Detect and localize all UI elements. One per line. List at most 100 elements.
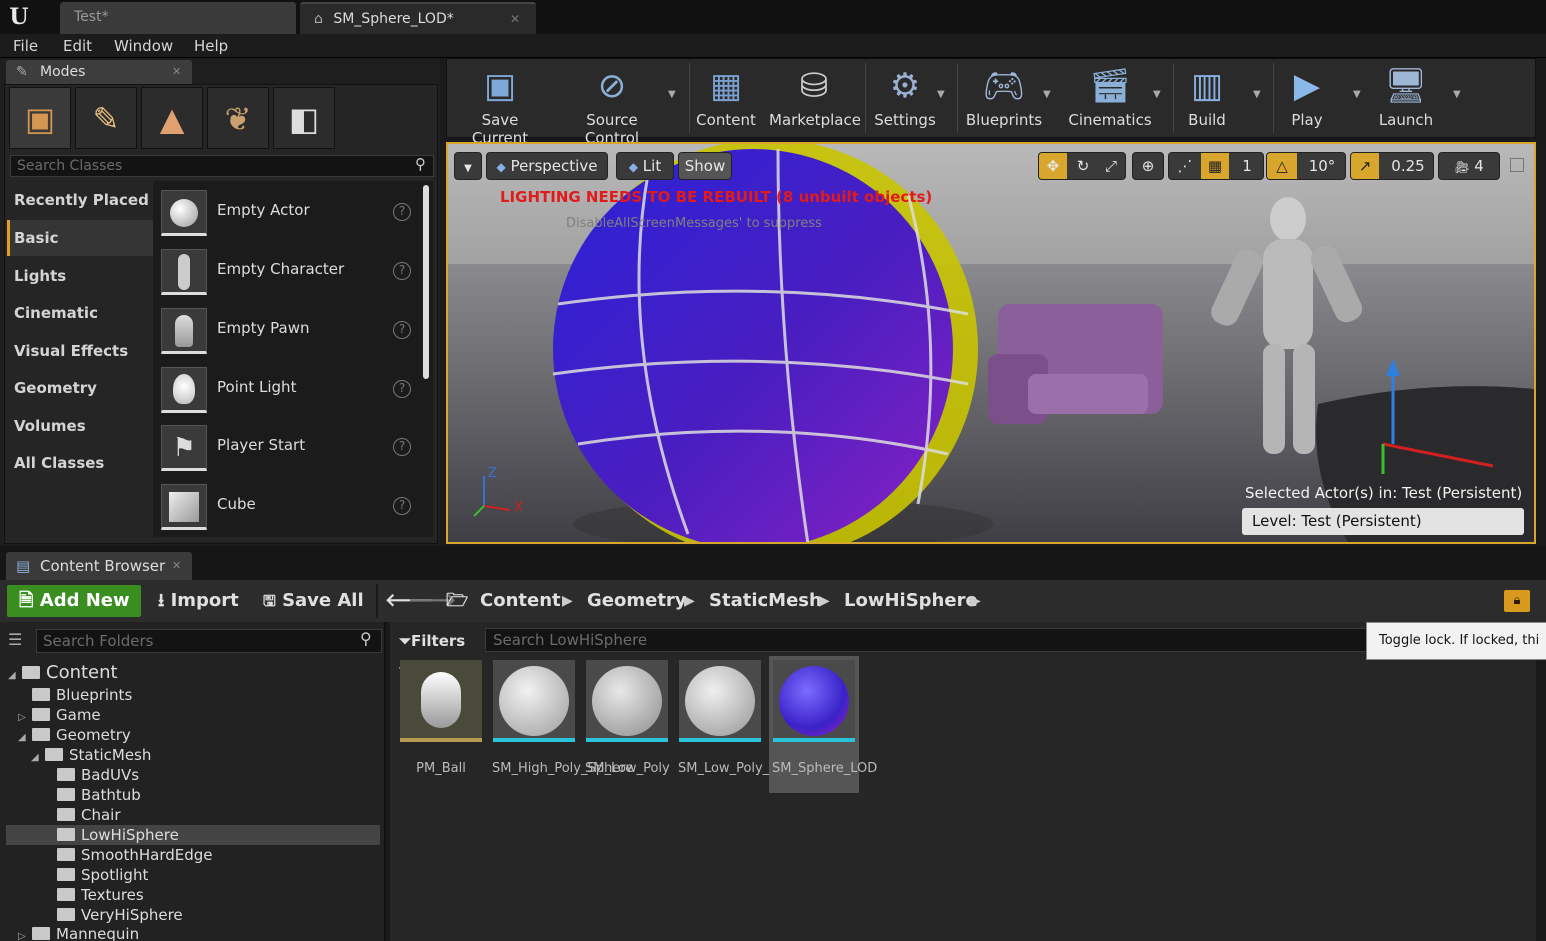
help-icon[interactable]: ? <box>393 262 411 280</box>
asset-tile-selected[interactable]: SM_Sphere_LOD <box>769 656 877 793</box>
marketplace-button[interactable]: ⛁ Marketplace <box>769 59 861 137</box>
lock-icon[interactable]: 🔒︎ <box>1504 590 1530 612</box>
category-volumes[interactable]: Volumes <box>7 408 153 444</box>
rotation-snap-icon[interactable]: △ <box>1267 153 1297 179</box>
scale-snap-icon[interactable]: ↗ <box>1351 153 1379 179</box>
sources-toggle-icon[interactable]: ☰ <box>8 630 22 649</box>
scrollbar[interactable] <box>423 185 429 379</box>
chevron-down-icon[interactable]: ▼ <box>1353 89 1363 100</box>
lit-button[interactable]: ◆ Lit <box>616 152 674 180</box>
help-icon[interactable]: ? <box>393 497 411 515</box>
launch-button[interactable]: 🖥︎ Launch <box>1373 59 1439 137</box>
expanded-arrow-icon[interactable]: ◢ <box>31 748 45 768</box>
folder-open-icon[interactable]: 🗁︎ <box>446 585 468 617</box>
breadcrumb-separator-icon[interactable]: ▶ <box>684 585 695 617</box>
breadcrumb-staticmesh[interactable]: StaticMesh <box>709 585 822 617</box>
show-button[interactable]: Show <box>678 152 732 180</box>
perspective-button[interactable]: ◆ Perspective <box>486 152 608 180</box>
foliage-mode-button[interactable]: ❦ <box>207 87 269 149</box>
save-current-button[interactable]: ▣ Save Current <box>453 59 547 147</box>
tree-node-mannequin[interactable]: ▷ Mannequin <box>18 924 139 941</box>
breadcrumb-separator-icon[interactable]: ▶ <box>562 585 573 617</box>
menu-edit[interactable]: Edit <box>63 34 92 58</box>
tab-sm-sphere-lod[interactable]: ⌂ SM_Sphere_LOD* ✕ <box>300 2 536 34</box>
breadcrumb-geometry[interactable]: Geometry <box>587 585 687 617</box>
category-recently-placed[interactable]: Recently Placed <box>7 182 153 218</box>
build-button[interactable]: ▥ Build <box>1177 59 1237 137</box>
settings-button[interactable]: ⚙ Settings <box>871 59 939 137</box>
tab-test-level[interactable]: Test* <box>60 2 296 34</box>
breadcrumb-separator-icon[interactable]: ▶ <box>819 585 830 617</box>
maximize-viewport-icon[interactable] <box>1510 158 1524 172</box>
paint-mode-button[interactable]: ✎ <box>75 87 137 149</box>
category-basic[interactable]: Basic <box>7 220 153 256</box>
close-icon[interactable]: ✕ <box>172 60 181 84</box>
rotate-icon[interactable]: ↻ <box>1069 153 1097 179</box>
close-icon[interactable]: ✕ <box>172 552 181 580</box>
placeable-item[interactable]: Empty Pawn ? <box>159 305 421 361</box>
category-visual-effects[interactable]: Visual Effects <box>7 333 153 369</box>
place-mode-button[interactable]: ▣ <box>9 87 71 149</box>
surface-snap-icon[interactable]: ⋰ <box>1171 153 1199 179</box>
content-button[interactable]: ▦ Content <box>695 59 757 137</box>
landscape-mode-button[interactable]: ▲ <box>141 87 203 149</box>
tree-node-game[interactable]: ▷ Game <box>18 705 101 725</box>
category-all-classes[interactable]: All Classes <box>7 445 153 481</box>
chevron-down-icon[interactable]: ▼ <box>1453 89 1463 100</box>
tree-node-lowhisphere[interactable]: LowHiSphere <box>57 825 179 845</box>
content-browser-tab[interactable]: ▤ Content Browser ✕ <box>6 552 192 580</box>
scale-snap-value[interactable]: 0.25 <box>1381 153 1435 179</box>
asset-tile[interactable]: SM_Low_Poly_Norm <box>678 659 805 791</box>
breadcrumb-lowhisphere[interactable]: LowHiSphere <box>844 585 978 617</box>
category-geometry[interactable]: Geometry <box>7 370 153 406</box>
camera-speed-control[interactable]: 🎥︎ 4 <box>1438 152 1500 180</box>
source-control-button[interactable]: ⊘ Source Control <box>557 59 667 147</box>
modes-tab[interactable]: ✎ Modes ✕ <box>6 60 192 84</box>
tree-node-geometry[interactable]: ◢ Geometry <box>18 725 131 745</box>
category-lights[interactable]: Lights <box>7 258 153 294</box>
category-cinematic[interactable]: Cinematic <box>7 295 153 331</box>
asset-tile[interactable]: SM_Low_Poly <box>585 659 670 791</box>
import-button[interactable]: ⭳ Import <box>158 585 239 617</box>
close-icon[interactable]: ✕ <box>510 4 520 34</box>
save-all-button[interactable]: 🖫︎ Save All <box>263 585 364 617</box>
translate-icon[interactable]: ✥ <box>1039 153 1067 179</box>
tree-node-veryhisphere[interactable]: VeryHiSphere <box>57 905 183 925</box>
asset-tile[interactable]: SM_High_Poly_Sphere <box>492 659 633 791</box>
breadcrumb-content[interactable]: Content <box>480 585 561 617</box>
scale-icon[interactable]: ⤢ <box>1097 153 1125 179</box>
menu-file[interactable]: File <box>13 34 38 58</box>
world-local-button[interactable]: ⊕ <box>1132 152 1164 180</box>
asset-tile[interactable]: PM_Ball <box>399 659 483 791</box>
help-icon[interactable]: ? <box>393 203 411 221</box>
chevron-down-icon[interactable]: ▼ <box>668 89 678 100</box>
placeable-item[interactable]: Empty Actor ? <box>159 187 421 243</box>
play-button[interactable]: ▶ Play <box>1277 59 1337 137</box>
filters-button[interactable]: ⏷Filters ▼ <box>399 629 475 676</box>
chevron-down-icon[interactable]: ▼ <box>1253 89 1263 100</box>
add-new-button[interactable]: 🗎︎ Add New ▼ <box>7 585 141 641</box>
tree-node-blueprints[interactable]: Blueprints <box>32 685 132 705</box>
menu-help[interactable]: Help <box>194 34 228 58</box>
help-icon[interactable]: ? <box>393 321 411 339</box>
help-icon[interactable]: ? <box>393 380 411 398</box>
menu-window[interactable]: Window <box>114 34 173 58</box>
chevron-down-icon[interactable]: ▼ <box>1153 89 1163 100</box>
placeable-item[interactable]: Cube ? <box>159 481 421 537</box>
cinematics-button[interactable]: 🎬︎ Cinematics <box>1065 59 1155 137</box>
tree-node-textures[interactable]: Textures <box>57 885 144 905</box>
viewport-options-button[interactable]: ▼ <box>454 152 482 180</box>
help-icon[interactable]: ? <box>393 438 411 456</box>
breadcrumb-separator-icon[interactable]: ▶ <box>970 585 981 617</box>
tree-node-chair[interactable]: Chair <box>57 805 121 825</box>
expanded-arrow-icon[interactable]: ◢ <box>18 728 32 748</box>
grid-snap-value[interactable]: 1 <box>1233 153 1261 179</box>
chevron-down-icon[interactable]: ▼ <box>1043 89 1053 100</box>
grid-snap-icon[interactable]: ▦ <box>1201 153 1229 179</box>
placeable-item[interactable]: Point Light ? <box>159 364 421 420</box>
search-classes-input[interactable]: Search Classes <box>10 155 434 177</box>
chevron-down-icon[interactable]: ▼ <box>937 89 947 100</box>
tree-node-baduvs[interactable]: BadUVs <box>57 765 139 785</box>
placeable-item[interactable]: ⚑ Player Start ? <box>159 422 421 478</box>
level-viewport[interactable]: Z X ▼ ◆ Perspective ◆ Lit Show ✥ ↻ ⤢ ⊕ ⋰… <box>446 142 1536 544</box>
